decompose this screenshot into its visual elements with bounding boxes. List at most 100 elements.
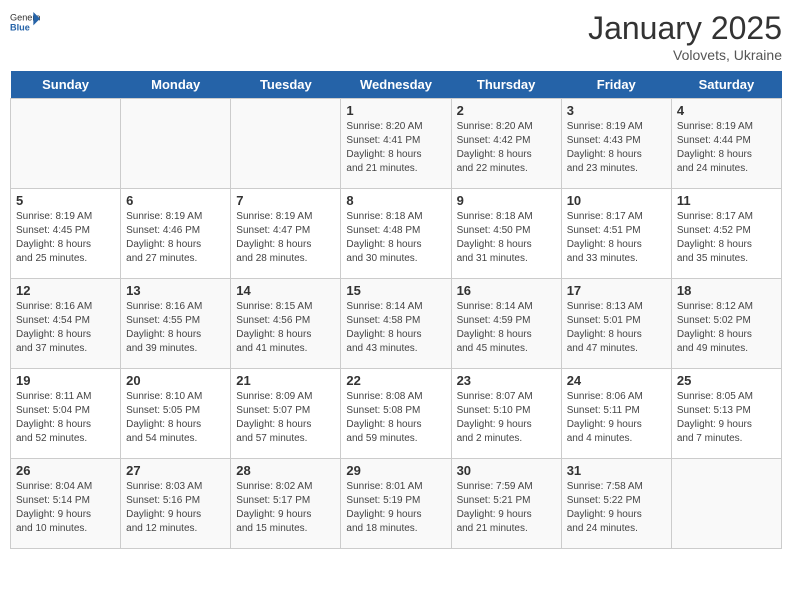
- date-number: 22: [346, 373, 445, 388]
- week-row-1: 1Sunrise: 8:20 AM Sunset: 4:41 PM Daylig…: [11, 99, 782, 189]
- calendar-cell: 14 Sunrise: 8:15 AM Sunset: 4:56 PM Dayli…: [231, 279, 341, 369]
- calendar-cell: 12 Sunrise: 8:16 AM Sunset: 4:54 PM Dayli…: [11, 279, 121, 369]
- date-number: 20: [126, 373, 225, 388]
- calendar-title: January 2025: [588, 10, 782, 47]
- week-row-3: 12 Sunrise: 8:16 AM Sunset: 4:54 PM Dayli…: [11, 279, 782, 369]
- date-number: 18: [677, 283, 776, 298]
- date-number: 31: [567, 463, 666, 478]
- calendar-cell: 1Sunrise: 8:20 AM Sunset: 4:41 PM Daylig…: [341, 99, 451, 189]
- date-number: 30: [457, 463, 556, 478]
- date-number: 10: [567, 193, 666, 208]
- date-number: 9: [457, 193, 556, 208]
- cell-info: Sunrise: 8:19 AM Sunset: 4:44 PM Dayligh…: [677, 120, 776, 176]
- cell-info: Sunrise: 8:18 AM Sunset: 4:48 PM Dayligh…: [346, 210, 445, 266]
- date-number: 16: [457, 283, 556, 298]
- title-block: January 2025 Volovets, Ukraine: [588, 10, 782, 63]
- cell-info: Sunrise: 8:03 AM Sunset: 5:16 PM Dayligh…: [126, 480, 225, 536]
- cell-info: Sunrise: 8:14 AM Sunset: 4:58 PM Dayligh…: [346, 300, 445, 356]
- cell-info: Sunrise: 8:18 AM Sunset: 4:50 PM Dayligh…: [457, 210, 556, 266]
- date-number: 24: [567, 373, 666, 388]
- calendar-cell: 15 Sunrise: 8:14 AM Sunset: 4:58 PM Dayli…: [341, 279, 451, 369]
- day-header-monday: Monday: [121, 71, 231, 99]
- date-number: 8: [346, 193, 445, 208]
- svg-text:Blue: Blue: [10, 22, 30, 32]
- calendar-cell: 7 Sunrise: 8:19 AM Sunset: 4:47 PM Daylig…: [231, 189, 341, 279]
- cell-info: Sunrise: 8:06 AM Sunset: 5:11 PM Dayligh…: [567, 390, 666, 446]
- date-number: 15: [346, 283, 445, 298]
- calendar-cell: [11, 99, 121, 189]
- calendar-cell: [231, 99, 341, 189]
- calendar-cell: 11 Sunrise: 8:17 AM Sunset: 4:52 PM Dayli…: [671, 189, 781, 279]
- page-header: General Blue January 2025 Volovets, Ukra…: [10, 10, 782, 63]
- date-number: 25: [677, 373, 776, 388]
- day-header-sunday: Sunday: [11, 71, 121, 99]
- calendar-cell: 26 Sunrise: 8:04 AM Sunset: 5:14 PM Dayli…: [11, 459, 121, 549]
- calendar-cell: 31 Sunrise: 7:58 AM Sunset: 5:22 PM Dayli…: [561, 459, 671, 549]
- date-number: 11: [677, 193, 776, 208]
- cell-info: Sunrise: 8:13 AM Sunset: 5:01 PM Dayligh…: [567, 300, 666, 356]
- calendar-cell: 13 Sunrise: 8:16 AM Sunset: 4:55 PM Dayli…: [121, 279, 231, 369]
- cell-info: Sunrise: 8:14 AM Sunset: 4:59 PM Dayligh…: [457, 300, 556, 356]
- cell-info: Sunrise: 8:01 AM Sunset: 5:19 PM Dayligh…: [346, 480, 445, 536]
- cell-info: Sunrise: 8:16 AM Sunset: 4:55 PM Dayligh…: [126, 300, 225, 356]
- date-number: 26: [16, 463, 115, 478]
- date-number: 12: [16, 283, 115, 298]
- cell-info: Sunrise: 8:08 AM Sunset: 5:08 PM Dayligh…: [346, 390, 445, 446]
- calendar-subtitle: Volovets, Ukraine: [588, 47, 782, 63]
- calendar-cell: 8 Sunrise: 8:18 AM Sunset: 4:48 PM Daylig…: [341, 189, 451, 279]
- calendar-cell: 17 Sunrise: 8:13 AM Sunset: 5:01 PM Dayli…: [561, 279, 671, 369]
- cell-info: Sunrise: 8:17 AM Sunset: 4:51 PM Dayligh…: [567, 210, 666, 266]
- calendar-cell: 16 Sunrise: 8:14 AM Sunset: 4:59 PM Dayli…: [451, 279, 561, 369]
- day-header-saturday: Saturday: [671, 71, 781, 99]
- day-header-wednesday: Wednesday: [341, 71, 451, 99]
- date-number: 21: [236, 373, 335, 388]
- day-header-tuesday: Tuesday: [231, 71, 341, 99]
- cell-info: Sunrise: 8:20 AM Sunset: 4:41 PM Dayligh…: [346, 120, 445, 176]
- date-number: 19: [16, 373, 115, 388]
- calendar-cell: [671, 459, 781, 549]
- cell-info: Sunrise: 8:12 AM Sunset: 5:02 PM Dayligh…: [677, 300, 776, 356]
- cell-info: Sunrise: 8:19 AM Sunset: 4:47 PM Dayligh…: [236, 210, 335, 266]
- date-number: 7: [236, 193, 335, 208]
- date-number: 14: [236, 283, 335, 298]
- cell-info: Sunrise: 8:17 AM Sunset: 4:52 PM Dayligh…: [677, 210, 776, 266]
- cell-info: Sunrise: 8:10 AM Sunset: 5:05 PM Dayligh…: [126, 390, 225, 446]
- date-number: 29: [346, 463, 445, 478]
- calendar-table: SundayMondayTuesdayWednesdayThursdayFrid…: [10, 71, 782, 549]
- date-number: 28: [236, 463, 335, 478]
- calendar-cell: 27 Sunrise: 8:03 AM Sunset: 5:16 PM Dayli…: [121, 459, 231, 549]
- calendar-cell: 25 Sunrise: 8:05 AM Sunset: 5:13 PM Dayli…: [671, 369, 781, 459]
- date-number: 17: [567, 283, 666, 298]
- cell-info: Sunrise: 7:59 AM Sunset: 5:21 PM Dayligh…: [457, 480, 556, 536]
- day-header-thursday: Thursday: [451, 71, 561, 99]
- calendar-cell: 2Sunrise: 8:20 AM Sunset: 4:42 PM Daylig…: [451, 99, 561, 189]
- date-number: 13: [126, 283, 225, 298]
- cell-info: Sunrise: 8:02 AM Sunset: 5:17 PM Dayligh…: [236, 480, 335, 536]
- cell-info: Sunrise: 8:16 AM Sunset: 4:54 PM Dayligh…: [16, 300, 115, 356]
- cell-info: Sunrise: 7:58 AM Sunset: 5:22 PM Dayligh…: [567, 480, 666, 536]
- calendar-cell: 19 Sunrise: 8:11 AM Sunset: 5:04 PM Dayli…: [11, 369, 121, 459]
- calendar-cell: 30 Sunrise: 7:59 AM Sunset: 5:21 PM Dayli…: [451, 459, 561, 549]
- cell-info: Sunrise: 8:04 AM Sunset: 5:14 PM Dayligh…: [16, 480, 115, 536]
- calendar-cell: 5Sunrise: 8:19 AM Sunset: 4:45 PM Daylig…: [11, 189, 121, 279]
- week-row-2: 5Sunrise: 8:19 AM Sunset: 4:45 PM Daylig…: [11, 189, 782, 279]
- calendar-cell: 9 Sunrise: 8:18 AM Sunset: 4:50 PM Daylig…: [451, 189, 561, 279]
- date-number: 27: [126, 463, 225, 478]
- calendar-cell: 4 Sunrise: 8:19 AM Sunset: 4:44 PM Daylig…: [671, 99, 781, 189]
- calendar-cell: 10 Sunrise: 8:17 AM Sunset: 4:51 PM Dayli…: [561, 189, 671, 279]
- calendar-cell: 24 Sunrise: 8:06 AM Sunset: 5:11 PM Dayli…: [561, 369, 671, 459]
- cell-info: Sunrise: 8:07 AM Sunset: 5:10 PM Dayligh…: [457, 390, 556, 446]
- day-headers-row: SundayMondayTuesdayWednesdayThursdayFrid…: [11, 71, 782, 99]
- cell-info: Sunrise: 8:20 AM Sunset: 4:42 PM Dayligh…: [457, 120, 556, 176]
- calendar-cell: 6Sunrise: 8:19 AM Sunset: 4:46 PM Daylig…: [121, 189, 231, 279]
- cell-info: Sunrise: 8:19 AM Sunset: 4:46 PM Dayligh…: [126, 210, 225, 266]
- cell-info: Sunrise: 8:05 AM Sunset: 5:13 PM Dayligh…: [677, 390, 776, 446]
- cell-info: Sunrise: 8:15 AM Sunset: 4:56 PM Dayligh…: [236, 300, 335, 356]
- cell-info: Sunrise: 8:11 AM Sunset: 5:04 PM Dayligh…: [16, 390, 115, 446]
- calendar-cell: [121, 99, 231, 189]
- calendar-cell: 29 Sunrise: 8:01 AM Sunset: 5:19 PM Dayli…: [341, 459, 451, 549]
- cell-info: Sunrise: 8:09 AM Sunset: 5:07 PM Dayligh…: [236, 390, 335, 446]
- date-number: 4: [677, 103, 776, 118]
- calendar-cell: 28 Sunrise: 8:02 AM Sunset: 5:17 PM Dayli…: [231, 459, 341, 549]
- calendar-cell: 22 Sunrise: 8:08 AM Sunset: 5:08 PM Dayli…: [341, 369, 451, 459]
